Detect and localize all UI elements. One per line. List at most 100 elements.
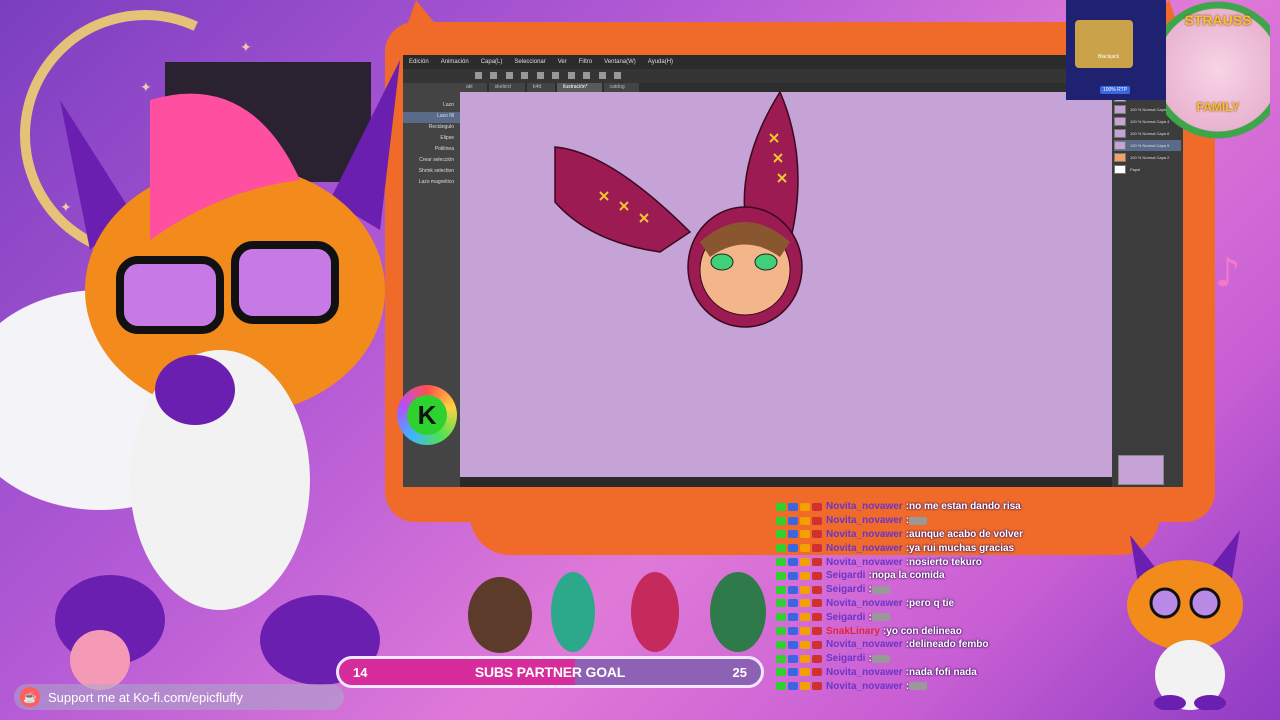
menu-item[interactable]: Ayuda(H) [648,59,673,65]
chat-message: SnakLinary: yo con delineao [776,624,1166,638]
layer-item[interactable]: Papel [1114,164,1181,175]
chat-badge-icon [812,530,822,539]
chat-message: Seigardi: [776,610,1166,624]
layer-label: 100 % Normal Capa 5 [1130,143,1170,148]
chat-username: SnakLinary [826,625,880,637]
fill-icon[interactable] [567,72,575,79]
layer-item[interactable]: 100 % Normal Capa 2 [1114,152,1181,163]
layer-item-selected[interactable]: 100 % Normal Capa 5 [1114,140,1181,151]
transform-icon[interactable] [583,72,591,79]
pet-character [631,572,679,652]
chat-badge-icon [800,627,810,636]
tab-document[interactable]: akt [460,83,487,92]
chat-badges [776,502,822,511]
open-icon[interactable] [490,72,498,79]
ad-button[interactable]: 100% RTP [1100,86,1130,94]
layer-label: 100 % Normal Capa 6 [1130,131,1170,136]
menu-item[interactable]: Capa(L) [481,59,503,65]
chat-username: Seigardi [826,653,866,665]
chat-badge-icon [788,682,798,691]
tab-document[interactable]: catdog [603,83,639,92]
chat-badges [776,516,822,525]
glasses-right-lens [231,241,339,324]
pet-character [468,577,532,653]
chat-message: Novita_novawer: [776,679,1166,693]
emblem-subtitle: FAMILY [1196,100,1240,114]
drawing-canvas[interactable] [460,90,1112,477]
chat-badge-icon [800,502,810,511]
chat-badge-icon [776,599,786,608]
chat-text: no me estan dando risa [909,501,1021,513]
chat-badge-icon [812,599,822,608]
goal-current: 14 [353,664,368,680]
chat-message: Seigardi: [776,583,1166,597]
chat-badge-icon [812,613,822,622]
chat-badge-icon [800,654,810,663]
chat-badge-icon [812,627,822,636]
chat-username: Seigardi [826,611,866,623]
save-icon[interactable] [505,72,513,79]
chat-badge-icon [776,571,786,580]
chat-username: Seigardi [826,570,866,582]
menu-item[interactable]: Ventana(W) [604,59,636,65]
clear-icon[interactable] [552,72,560,79]
layer-label: 100 % Normal Capa 3 [1130,107,1170,112]
layer-thumbnail [1114,105,1126,114]
fox-vtuber-avatar [0,60,400,690]
eye-right [754,253,778,271]
document-tabs: akt skebird b4tt llustración* catdog [460,83,1100,92]
chat-username: Novita_novawer [826,680,903,692]
chat-badge-icon [788,530,798,539]
navigator-thumbnail[interactable] [1118,455,1164,485]
chat-badge-icon [776,668,786,677]
tab-document[interactable]: b4tt [526,83,556,92]
select-icon[interactable] [598,72,606,79]
chat-badges [776,668,822,677]
ruler-icon[interactable] [614,72,622,79]
chat-badge-icon [800,571,810,580]
menu-item[interactable]: Seleccionar [514,59,545,65]
cat-glasses [1189,587,1221,619]
chat-text: nopa la comida [871,570,945,582]
chat-badges [776,613,822,622]
chat-message: Novita_novawer: nada fofi nada [776,666,1166,680]
undo-icon[interactable] [521,72,529,79]
chat-badge-icon [776,613,786,622]
corner-cat-avatar [1127,530,1243,710]
chat-message: Novita_novawer: nosierto tekuro [776,555,1166,569]
emblem-title: STRAUSS [1184,12,1252,28]
tab-document-active[interactable]: llustración* [557,83,602,92]
pet-character [710,572,766,652]
chat-message: Novita_novawer: aunque acabo de volver [776,528,1166,542]
menu-item[interactable]: Ver [558,59,567,65]
chat-text: yo con delineao [886,625,962,637]
chat-badge-icon [776,558,786,567]
chat-badge-icon [812,502,822,511]
chat-badge-icon [776,544,786,553]
chat-message: Seigardi: [776,652,1166,666]
ad-title: Blackjack [1098,54,1120,60]
chat-badge-icon [812,544,822,553]
chat-username: Novita_novawer [826,556,903,568]
menu-item[interactable]: Filtro [579,59,592,65]
chat-badges [776,558,822,567]
chat-badge-icon [788,544,798,553]
chat-badge-icon [800,530,810,539]
chat-badge-icon [788,516,798,525]
chat-badge-icon [812,558,822,567]
chat-badge-icon [776,585,786,594]
redo-icon[interactable] [536,72,544,79]
chat-badges [776,544,822,553]
avatar-paw [155,355,235,425]
chat-overlay: Novita_novawer: no me estan dando risa No… [776,500,1166,693]
layer-thumbnail [1114,117,1126,126]
layer-thumbnail [1114,153,1126,162]
hood-ear-left [554,146,692,253]
layer-thumbnail [1114,129,1126,138]
kofi-text: Support me at Ko-fi.com/epicfluffy [48,689,243,705]
chat-badge-icon [788,627,798,636]
chat-badge-icon [812,640,822,649]
chat-emote-icon [871,585,890,594]
tab-document[interactable]: skebird [488,83,525,92]
new-file-icon[interactable] [475,72,482,79]
